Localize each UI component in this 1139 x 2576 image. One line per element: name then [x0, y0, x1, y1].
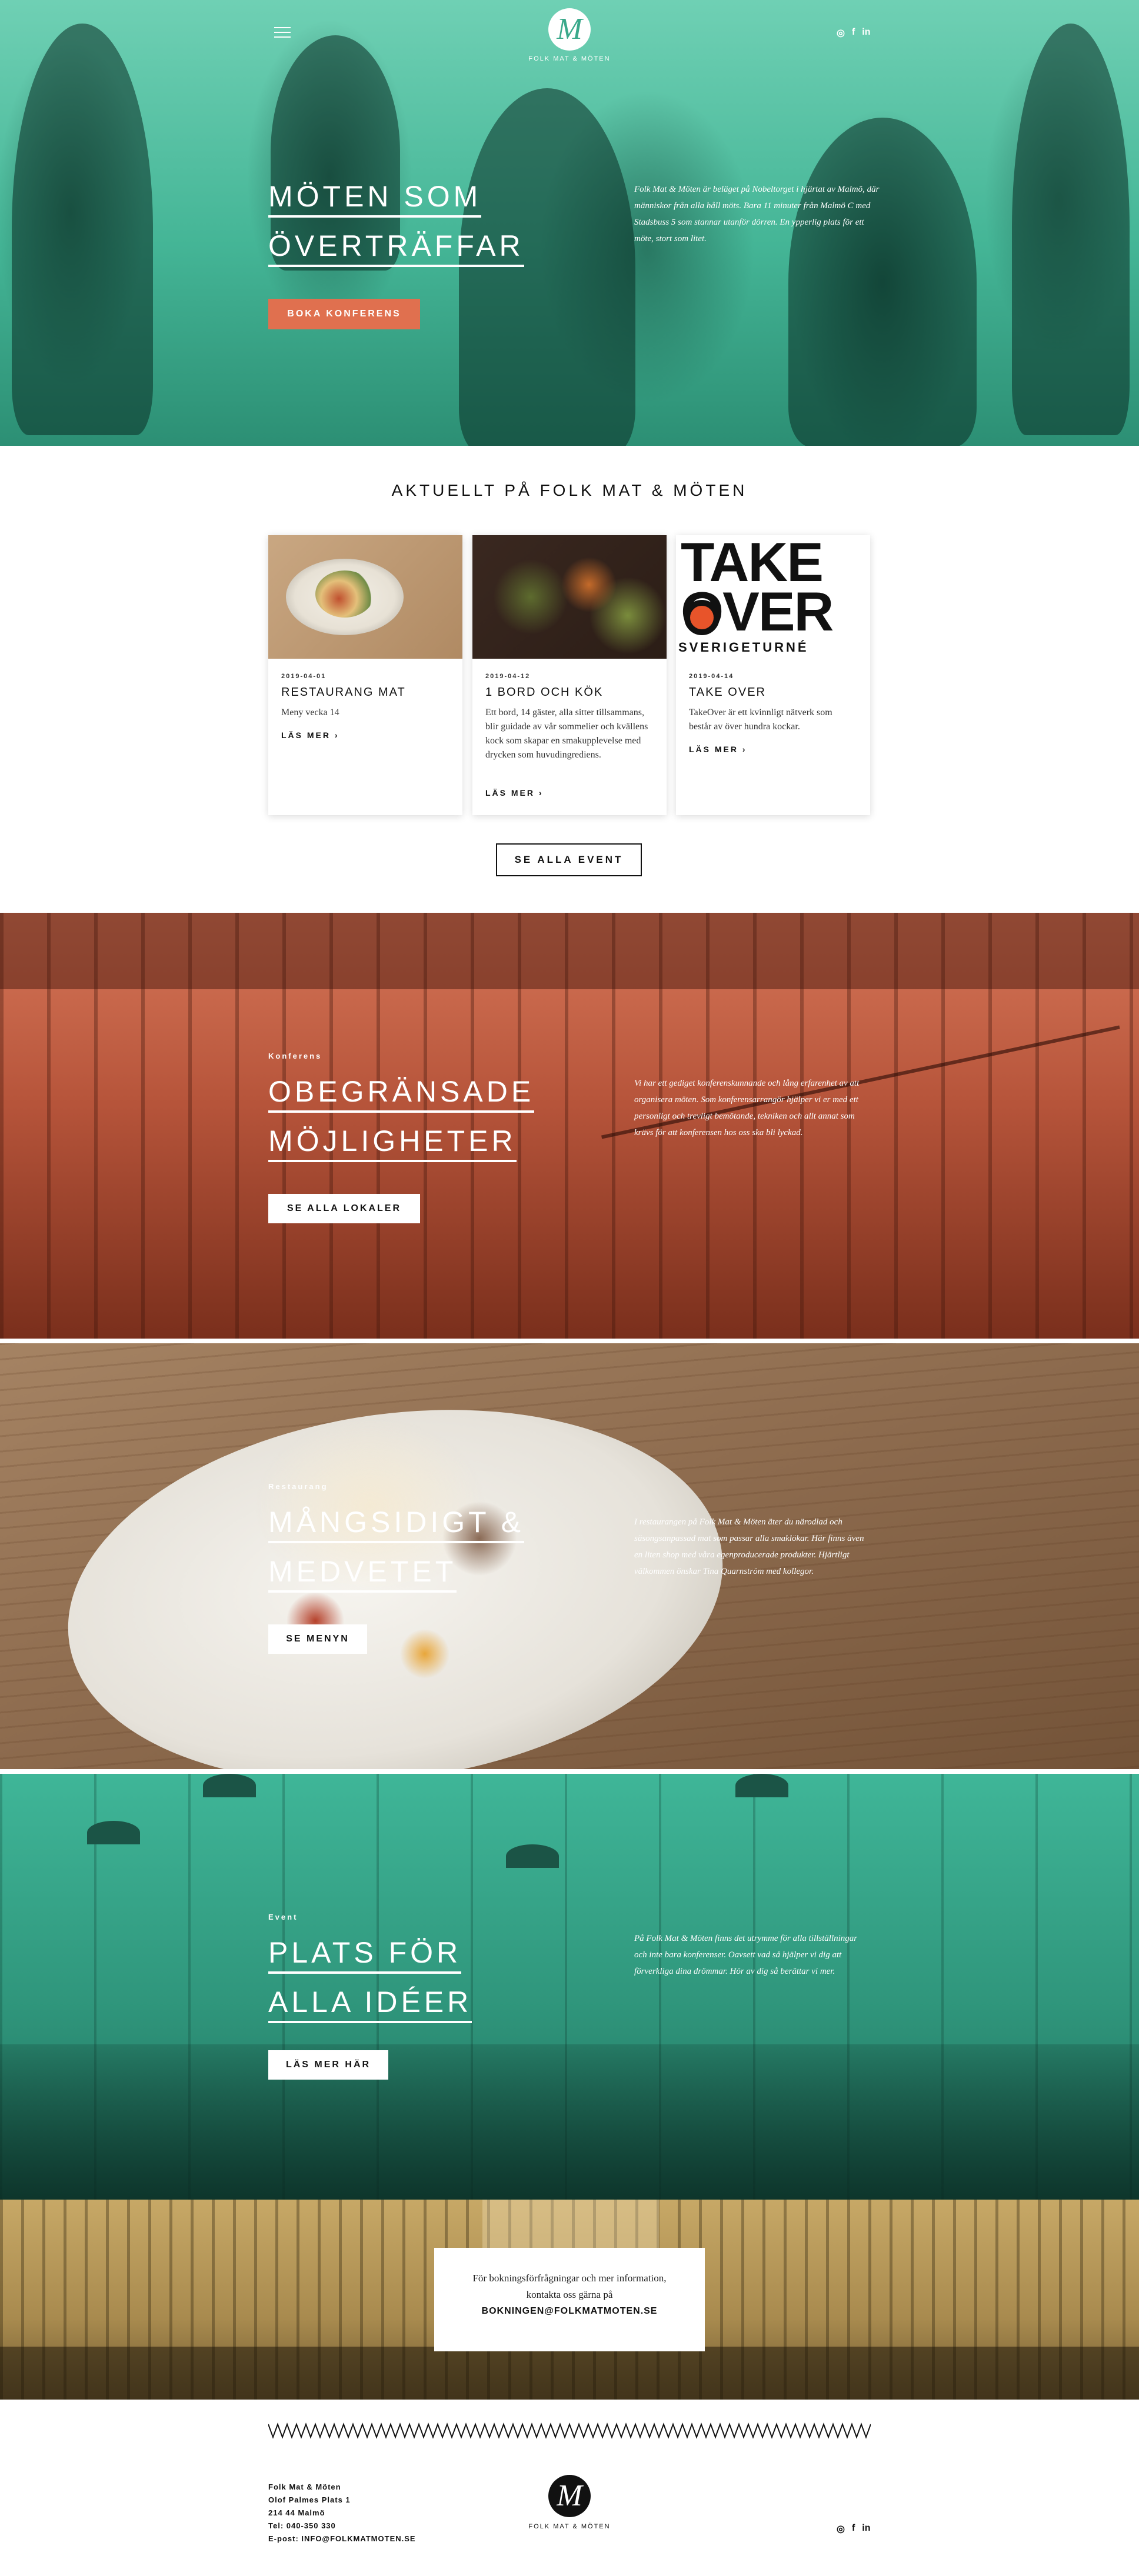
section-title: MÅNGSIDIGT & MEDVETET: [268, 1500, 598, 1599]
menu-hamburger-icon[interactable]: [274, 27, 291, 39]
book-conference-button[interactable]: BOKA KONFERENS: [268, 299, 420, 329]
address-line: Olof Palmes Plats 1: [268, 2495, 351, 2504]
footer-social-links: ◎ f in: [837, 2523, 871, 2535]
conference-section: Konferens OBEGRÄNSADE MÖJLIGHETER Vi har…: [0, 913, 1139, 1339]
linkedin-icon[interactable]: in: [862, 2523, 870, 2535]
hero-photo-figure: [1012, 24, 1130, 435]
card-image-dish: [268, 535, 462, 659]
event-section: Event PLATS FÖR ALLA IDÉER På Folk Mat &…: [0, 1774, 1139, 2200]
section-title-line2: MEDVETET: [268, 1553, 457, 1593]
card-date: 2019-04-01: [281, 673, 327, 680]
hero-photo-figure: [12, 24, 153, 435]
lamp-icon: [203, 1774, 256, 1797]
card-image-takeover-poster: TAKE OVER SVERIGETURNÉ: [676, 535, 870, 659]
logo-text: FOLK MAT & MÖTEN: [528, 55, 611, 62]
section-description: I restaurangen på Folk Mat & Möten äter …: [634, 1517, 864, 1576]
card-date: 2019-04-12: [485, 673, 531, 680]
instagram-icon[interactable]: ◎: [837, 27, 845, 39]
logo-icon[interactable]: M: [548, 8, 591, 51]
address-line: 214 44 Malmö: [268, 2508, 325, 2517]
address-line: E-post: INFO@FOLKMATMOTEN.SE: [268, 2534, 416, 2543]
contact-message: För bokningsförfrågningar och mer inform…: [472, 2273, 667, 2300]
hero-photo-figure: [788, 118, 977, 446]
news-card[interactable]: 2019-04-01 RESTAURANG MAT Meny vecka 14 …: [268, 535, 462, 815]
linkedin-icon[interactable]: in: [862, 27, 870, 39]
read-more-link[interactable]: LÄS MER ›: [689, 745, 747, 754]
read-more-link[interactable]: LÄS MER ›: [281, 730, 339, 740]
section-title: PLATS FÖR ALLA IDÉER: [268, 1930, 598, 2029]
see-all-venues-button[interactable]: SE ALLA LOKALER: [268, 1194, 420, 1223]
card-image-table-dish: [472, 535, 667, 659]
poster-circle-icon: [684, 600, 720, 635]
hero-section: M FOLK MAT & MÖTEN ◎ f in MÖTEN SOM ÖVER…: [0, 0, 1139, 446]
stair-railing: [601, 1025, 1139, 1339]
hero-title-line1: MÖTEN SOM: [268, 178, 482, 218]
card-title: RESTAURANG MAT: [281, 686, 406, 699]
section-description: Vi har ett gediget konferenskunnande och…: [634, 1079, 860, 1137]
hero-description: Folk Mat & Möten är beläget på Nobeltorg…: [634, 185, 880, 243]
see-all-events-button[interactable]: SE ALLA EVENT: [496, 843, 642, 876]
read-more-link[interactable]: LÄS MER ›: [485, 788, 544, 798]
footer-logo-text: FOLK MAT & MÖTEN: [528, 2523, 611, 2530]
footer-logo-icon[interactable]: M: [548, 2475, 591, 2517]
card-text: Ett bord, 14 gäster, alla sitter tillsam…: [485, 708, 648, 760]
news-card[interactable]: TAKE OVER SVERIGETURNÉ 2019-04-14 TAKE O…: [676, 535, 870, 815]
card-date: 2019-04-14: [689, 673, 734, 680]
lamp-icon: [87, 1821, 140, 1844]
news-card[interactable]: 2019-04-12 1 BORD OCH KÖK Ett bord, 14 g…: [472, 535, 667, 815]
section-title: OBEGRÄNSADE MÖJLIGHETER: [268, 1069, 598, 1168]
section-description: På Folk Mat & Möten finns det utrymme fö…: [634, 1934, 858, 1976]
facebook-icon[interactable]: f: [852, 2523, 855, 2535]
lamp-icon: [506, 1844, 559, 1868]
contact-text: För bokningsförfrågningar och mer inform…: [434, 2270, 705, 2320]
read-more-here-button[interactable]: LÄS MER HÄR: [268, 2050, 388, 2080]
card-title: 1 BORD OCH KÖK: [485, 686, 604, 699]
section-label: Event: [268, 1913, 298, 1921]
hero-title-line2: ÖVERTRÄFFAR: [268, 227, 524, 267]
poster-subtitle: SVERIGETURNÉ: [678, 640, 809, 655]
section-label: Konferens: [268, 1052, 322, 1060]
address-line: Folk Mat & Möten: [268, 2482, 341, 2491]
section-title-line1: PLATS FÖR: [268, 1934, 462, 1974]
card-text: TakeOver är ett kvinnligt nätverk som be…: [689, 708, 832, 732]
contact-box: För bokningsförfrågningar och mer inform…: [434, 2248, 705, 2351]
booking-email-link[interactable]: BOKNINGEN@FOLKMATMOTEN.SE: [458, 2303, 681, 2320]
diners-shadow: [0, 2044, 1139, 2200]
footer-address: Folk Mat & Möten Olof Palmes Plats 1 214…: [268, 2481, 457, 2545]
hero-title: MÖTEN SOM ÖVERTRÄFFAR: [268, 174, 598, 273]
lamp-icon: [735, 1774, 788, 1797]
section-title-line1: OBEGRÄNSADE: [268, 1073, 535, 1113]
address-line: Tel: 040-350 330: [268, 2521, 336, 2530]
section-title-line2: ALLA IDÉER: [268, 1983, 472, 2023]
card-title: TAKE OVER: [689, 686, 766, 699]
news-heading: AKTUELLT PÅ FOLK MAT & MÖTEN: [391, 481, 748, 499]
restaurant-section: Restaurang MÅNGSIDIGT & MEDVETET I resta…: [0, 1343, 1139, 1769]
section-title-line2: MÖJLIGHETER: [268, 1122, 517, 1162]
facebook-icon[interactable]: f: [852, 27, 855, 39]
instagram-icon[interactable]: ◎: [837, 2523, 845, 2535]
ceiling-shadow: [0, 913, 1139, 989]
card-text: Meny vecka 14: [281, 708, 339, 718]
zigzag-divider: [268, 2422, 871, 2439]
section-title-line1: MÅNGSIDIGT &: [268, 1503, 525, 1543]
social-links: ◎ f in: [837, 27, 871, 39]
see-menu-button[interactable]: SE MENYN: [268, 1624, 367, 1654]
chairs-shadow: [0, 2347, 1139, 2400]
section-label: Restaurang: [268, 1482, 328, 1491]
